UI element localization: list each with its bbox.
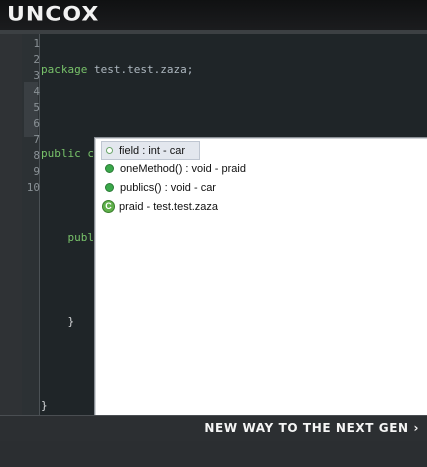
line-number: 3: [33, 69, 40, 82]
keyword-package: package: [41, 63, 88, 76]
assist-item-label: field : int - car: [119, 144, 186, 157]
line-number: 8: [33, 149, 40, 162]
assist-item-praid[interactable]: C praid - test.test.zaza: [101, 198, 218, 215]
package-name: test.test.zaza;: [87, 63, 194, 76]
logo: UNCOX: [7, 3, 100, 26]
line-number: 2: [33, 53, 40, 66]
method-icon: [105, 164, 114, 173]
line-number: 6: [33, 117, 40, 130]
assist-item-label: publics() : void - car: [120, 181, 216, 194]
top-banner: UNCOX: [0, 0, 427, 31]
editor-left-margin: [0, 34, 22, 415]
assist-item-onemethod[interactable]: oneMethod() : void - praid: [101, 160, 246, 177]
line-number: 7: [33, 133, 40, 146]
line-number: 1: [33, 37, 40, 50]
assist-item-publics[interactable]: publics() : void - car: [101, 179, 216, 196]
line-number: 4: [33, 85, 40, 98]
code-line-1: package test.test.zaza;: [41, 60, 253, 76]
field-icon: [106, 147, 113, 154]
line-numbers: 1 2 3 4 5 6 7 8 9 10: [24, 34, 40, 194]
method-icon: [105, 183, 114, 192]
assist-item-label: praid - test.test.zaza: [119, 200, 219, 213]
line-number: 9: [33, 165, 40, 178]
close-brace: }: [41, 399, 48, 412]
keyword-public: public: [41, 147, 81, 160]
line-number: 10: [26, 181, 40, 194]
close-brace: }: [67, 315, 75, 328]
content-assist-popup[interactable]: field : int - car oneMethod() : void - p…: [94, 137, 427, 417]
assist-item-label: oneMethod() : void - praid: [120, 162, 246, 175]
tagline-link[interactable]: NEW WAY TO THE NEXT GEN ›: [204, 421, 419, 435]
line-number: 5: [33, 101, 40, 114]
bottom-banner: NEW WAY TO THE NEXT GEN ›: [0, 415, 427, 441]
class-icon: C: [102, 200, 115, 213]
assist-item-field[interactable]: field : int - car: [101, 141, 201, 160]
